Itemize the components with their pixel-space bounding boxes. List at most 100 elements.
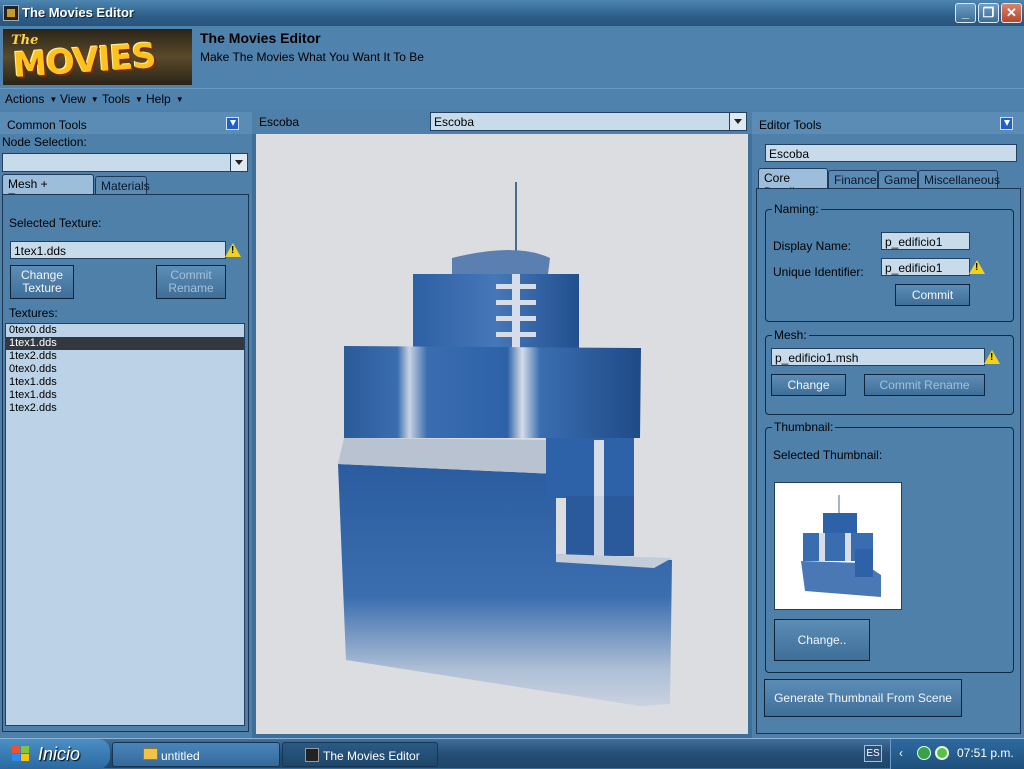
- tab-materials[interactable]: Materials: [95, 176, 150, 194]
- core-details-tab-content: Naming: Display Name: p_edificio1 Unique…: [756, 188, 1021, 734]
- chevron-down-icon: ▼: [49, 95, 58, 105]
- tab-game[interactable]: Game: [878, 170, 918, 188]
- commit-button[interactable]: Commit: [895, 284, 970, 306]
- display-name-input[interactable]: p_edificio1: [881, 232, 970, 250]
- language-indicator[interactable]: ES: [864, 745, 882, 762]
- list-item[interactable]: 0tex0.dds: [6, 363, 244, 376]
- tab-finance-label: Finance: [834, 173, 877, 187]
- list-item[interactable]: 1tex2.dds: [6, 350, 244, 363]
- building-model-render: [338, 182, 672, 706]
- tab-miscellaneous[interactable]: Miscellaneous: [918, 170, 1001, 188]
- app-header: The MOVIES The Movies Editor Make The Mo…: [0, 26, 1024, 88]
- thumbnail-change-button[interactable]: Change..: [774, 619, 870, 661]
- viewport-toolbar: Escoba Escoba: [252, 110, 752, 134]
- object-name-label: Escoba: [259, 115, 300, 129]
- restore-button[interactable]: ❐: [978, 3, 999, 23]
- selected-texture-input[interactable]: 1tex1.dds: [10, 241, 226, 259]
- selected-texture-label: Selected Texture:: [9, 216, 102, 230]
- taskbar-item-untitled[interactable]: untitled: [112, 742, 280, 767]
- menu-bar: Actions ▼ View ▼ Tools ▼ Help ▼: [0, 88, 1024, 110]
- naming-group: Naming: Display Name: p_edificio1 Unique…: [765, 202, 1014, 322]
- app-icon: [305, 748, 319, 762]
- list-item[interactable]: 1tex1.dds: [6, 337, 244, 350]
- taskbar: Inicio untitled The Movies Editor ES ‹ 0…: [0, 738, 1024, 769]
- thumbnail-legend: Thumbnail:: [772, 420, 836, 434]
- app-subtitle: Make The Movies What You Want It To Be: [200, 50, 424, 64]
- common-tools-title: Common Tools: [7, 118, 87, 132]
- menu-help-label: Help: [146, 92, 171, 106]
- minimize-icon: _: [961, 5, 970, 20]
- list-item[interactable]: 1tex2.dds: [6, 402, 244, 415]
- menu-actions-label: Actions: [5, 92, 45, 106]
- change-texture-button[interactable]: Change Texture: [10, 265, 74, 299]
- network-icon[interactable]: [917, 746, 931, 760]
- tab-mesh-textures[interactable]: Mesh + Textures: [2, 174, 94, 205]
- mesh-group: Mesh: p_edificio1.msh Change Commit Rena…: [765, 328, 1014, 415]
- mesh-input[interactable]: p_edificio1.msh: [771, 348, 985, 366]
- mesh-legend: Mesh:: [772, 328, 809, 342]
- generate-thumbnail-button[interactable]: Generate Thumbnail From Scene: [764, 679, 962, 717]
- menu-view[interactable]: View ▼: [60, 92, 99, 106]
- warning-icon: [969, 260, 985, 274]
- tab-finance[interactable]: Finance: [828, 170, 878, 188]
- object-name-field[interactable]: Escoba: [765, 144, 1017, 162]
- node-selection-label: Node Selection:: [2, 135, 87, 149]
- chevron-down-icon: [230, 154, 247, 171]
- menu-help[interactable]: Help ▼: [146, 92, 184, 106]
- unique-identifier-label: Unique Identifier:: [773, 265, 864, 279]
- commit-rename-button[interactable]: Commit Rename: [156, 265, 226, 299]
- warning-icon: [984, 350, 1000, 364]
- warning-icon: [225, 243, 241, 257]
- chevron-left-icon[interactable]: ‹: [899, 746, 903, 760]
- 3d-viewport[interactable]: [256, 134, 748, 734]
- the-movies-logo: The MOVIES: [3, 29, 192, 85]
- tab-game-label: Game: [884, 173, 917, 187]
- menu-view-label: View: [60, 92, 86, 106]
- menu-actions[interactable]: Actions ▼: [5, 92, 57, 106]
- mesh-commit-rename-button[interactable]: Commit Rename: [864, 374, 985, 396]
- pin-icon[interactable]: [226, 117, 239, 130]
- app-icon: [3, 5, 19, 21]
- thumbnail-group: Thumbnail: Selected Thumbnail: Change..: [765, 420, 1014, 673]
- pin-icon[interactable]: [1000, 117, 1013, 130]
- editor-tools-header: Editor Tools: [752, 112, 1024, 134]
- taskbar-item-label: The Movies Editor: [323, 749, 420, 763]
- object-selector-value: Escoba: [434, 115, 475, 129]
- object-selector-dropdown[interactable]: Escoba: [430, 112, 747, 131]
- start-button[interactable]: Inicio: [0, 739, 110, 769]
- folder-icon: [143, 748, 158, 760]
- list-item[interactable]: 1tex1.dds: [6, 389, 244, 402]
- security-icon[interactable]: [935, 746, 949, 760]
- clock[interactable]: 07:51 p.m.: [957, 746, 1014, 760]
- taskbar-item-label: untitled: [161, 749, 200, 763]
- system-tray: ‹ 07:51 p.m.: [890, 739, 1024, 769]
- thumbnail-preview: [774, 482, 902, 610]
- tab-materials-label: Materials: [101, 179, 150, 193]
- common-tools-header: Common Tools: [0, 112, 252, 134]
- chevron-down-icon: ▼: [175, 95, 184, 105]
- thumbnail-image: [801, 495, 881, 597]
- app-title: The Movies Editor: [200, 30, 321, 46]
- tab-core-details[interactable]: Core Details: [758, 168, 828, 199]
- textures-label: Textures:: [9, 306, 58, 320]
- windows-logo-icon: [12, 746, 30, 762]
- chevron-down-icon: ▼: [135, 95, 143, 105]
- taskbar-item-movies-editor[interactable]: The Movies Editor: [282, 742, 438, 767]
- menu-tools[interactable]: Tools ▼: [102, 92, 143, 106]
- tab-miscellaneous-label: Miscellaneous: [924, 173, 1001, 187]
- display-name-label: Display Name:: [773, 239, 852, 253]
- editor-tools-panel: Editor Tools Escoba Core Details Finance…: [752, 110, 1024, 738]
- window-titlebar[interactable]: The Movies Editor _ ❐ ✕: [0, 0, 1024, 26]
- editor-tools-title: Editor Tools: [759, 118, 822, 132]
- textures-list[interactable]: 0tex0.dds 1tex1.dds 1tex2.dds 0tex0.dds …: [5, 323, 245, 726]
- list-item[interactable]: 0tex0.dds: [6, 324, 244, 337]
- mesh-change-button[interactable]: Change: [771, 374, 846, 396]
- minimize-button[interactable]: _: [955, 3, 976, 23]
- list-item[interactable]: 1tex1.dds: [6, 376, 244, 389]
- selected-thumbnail-label: Selected Thumbnail:: [773, 448, 883, 462]
- node-selection-dropdown[interactable]: [2, 153, 248, 172]
- close-icon: ✕: [1006, 5, 1017, 20]
- close-button[interactable]: ✕: [1001, 3, 1022, 23]
- unique-identifier-input[interactable]: p_edificio1: [881, 258, 970, 276]
- menu-tools-label: Tools: [102, 92, 131, 106]
